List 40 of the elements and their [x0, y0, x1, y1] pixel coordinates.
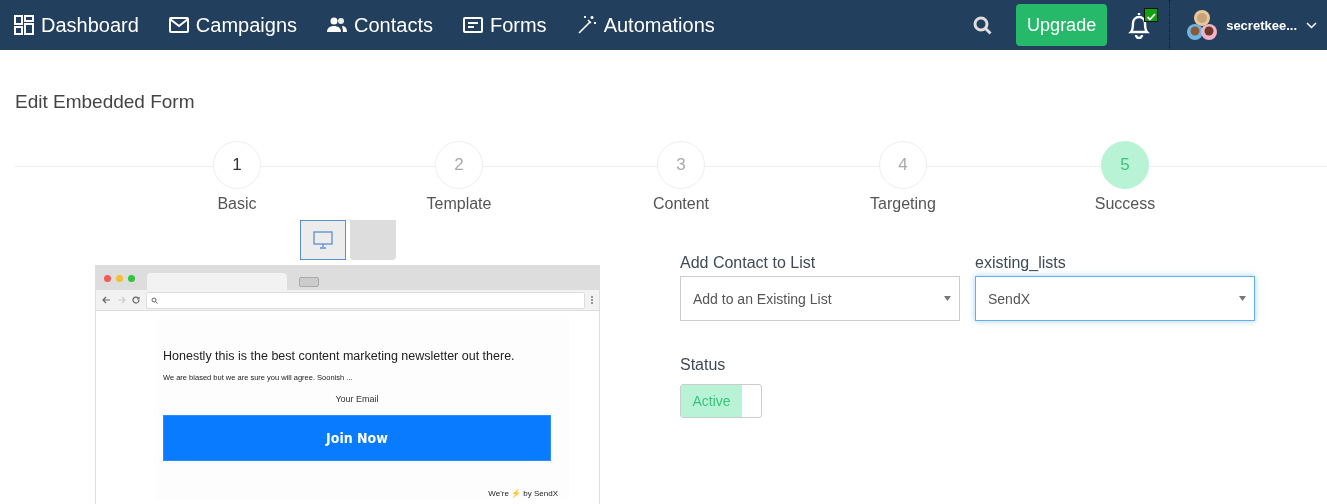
dropdown-caret-icon — [1239, 296, 1246, 301]
mail-icon — [168, 17, 189, 33]
select-dropdown[interactable]: SendX — [975, 276, 1255, 321]
dropdown-caret-icon — [944, 296, 951, 301]
username[interactable]: secretkee... — [1226, 17, 1297, 33]
nav-link[interactable]: Dashboard — [14, 13, 139, 37]
step-label: Content — [652, 195, 709, 213]
step-label: Template — [426, 195, 492, 213]
monitor-icon — [312, 230, 333, 250]
nav-link[interactable]: Forms — [462, 13, 547, 37]
powered-by-text: We're ⚡ by SendX — [488, 489, 558, 498]
step-label: Targeting — [870, 195, 936, 213]
step-circle[interactable]: 1 — [213, 141, 261, 189]
bell-icon[interactable] — [1127, 11, 1152, 39]
email-input[interactable]: Your Email — [163, 394, 551, 414]
select-dropdown[interactable]: Add to an Existing List — [680, 276, 960, 321]
magic-wand-icon — [576, 15, 597, 35]
search-icon[interactable] — [973, 15, 993, 35]
form-icon — [462, 17, 483, 33]
nav-link[interactable]: Contacts — [327, 13, 433, 37]
step-label: Success — [1094, 195, 1156, 213]
nav-link[interactable]: Campaigns — [168, 13, 297, 37]
window-controls-icon — [104, 274, 135, 282]
status-label: Status — [680, 356, 727, 375]
avatar-group-icon[interactable] — [1187, 9, 1218, 41]
back-arrow-icon — [102, 296, 111, 304]
page-title: Edit Embedded Form — [15, 90, 196, 114]
field-label: existing_lists — [975, 254, 1067, 273]
people-icon — [327, 17, 347, 33]
field-label: Add Contact to List — [680, 254, 817, 273]
form-headline: Honestly this is the best content marketing newsletter out there. — [163, 349, 516, 363]
step-label: Basic — [217, 195, 257, 213]
dashboard-icon — [14, 15, 34, 35]
desktop-view-button[interactable] — [299, 220, 346, 260]
search-icon — [151, 296, 158, 304]
chevron-down-icon[interactable] — [1306, 21, 1317, 29]
reload-icon — [132, 296, 140, 304]
join-button[interactable]: Join Now — [163, 415, 551, 461]
forward-arrow-icon — [117, 296, 126, 304]
nav-link[interactable]: Automations — [576, 13, 715, 37]
